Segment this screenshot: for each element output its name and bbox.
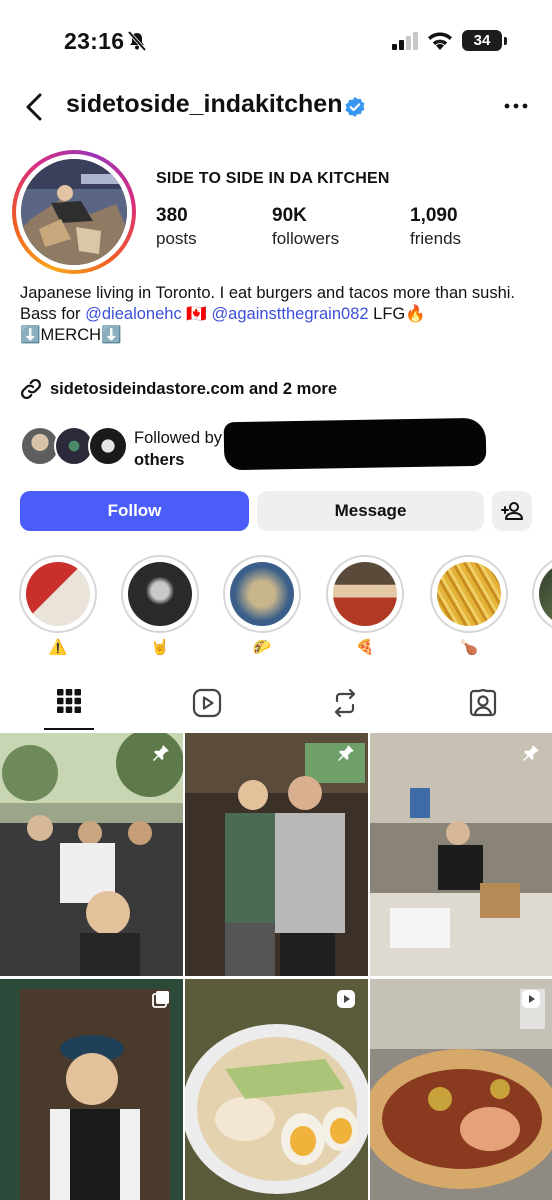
- verified-badge-icon: [345, 97, 365, 117]
- bio-line-intro: Japanese living in Toronto. I eat burger…: [20, 284, 515, 302]
- story-highlight-6-partial[interactable]: [532, 555, 552, 633]
- post-thumbnail-5[interactable]: [185, 979, 368, 1200]
- highlight-cover: [230, 562, 294, 626]
- post-thumbnail-3[interactable]: [370, 733, 552, 976]
- mention-link-againstthegrain[interactable]: @againstthegrain082: [211, 305, 368, 323]
- link-icon: [20, 378, 42, 400]
- highlight-label: 🤘: [150, 639, 170, 656]
- back-chevron-icon[interactable]: [22, 92, 48, 122]
- repost-icon: [334, 688, 356, 718]
- story-highlight-2[interactable]: 🤘: [121, 555, 199, 657]
- story-highlight-3[interactable]: 🌮: [223, 555, 301, 657]
- tab-tagged[interactable]: [414, 680, 552, 732]
- highlight-label: 🌮: [252, 639, 272, 656]
- stat-friends-value: 1,090: [410, 205, 458, 226]
- profile-header: sidetoside_indakitchen: [0, 84, 552, 130]
- add-person-icon: [501, 502, 523, 520]
- post-image-chef-window: [0, 979, 183, 1200]
- post-image-ramen: [185, 979, 368, 1200]
- wifi-icon: [428, 32, 452, 50]
- carousel-icon: [152, 991, 169, 1008]
- stat-posts-label: posts: [156, 229, 197, 248]
- highlight-cover: [128, 562, 192, 626]
- pinned-post-icon: [523, 745, 539, 761]
- active-tab-indicator: [44, 728, 94, 730]
- more-options-icon[interactable]: [504, 96, 528, 116]
- story-highlight-1[interactable]: ⚠️: [19, 555, 97, 657]
- bio-line-merch: ⬇️MERCH⬇️: [20, 326, 122, 344]
- silent-bell-icon: [127, 30, 147, 52]
- highlight-label: 🍗: [459, 639, 479, 656]
- followed-by-text[interactable]: Followed by others: [134, 427, 222, 471]
- stat-posts[interactable]: 380 posts: [156, 205, 197, 251]
- avatar-photo-illustration: [21, 159, 127, 265]
- stat-followers-value: 90K: [272, 205, 307, 226]
- clock: 23:16: [64, 28, 125, 54]
- post-thumbnail-4[interactable]: [0, 979, 183, 1200]
- pinned-post-icon: [338, 745, 354, 761]
- redaction-mark: [223, 417, 487, 471]
- external-link-text: sidetosideindastore.com and 2 more: [50, 379, 337, 398]
- highlight-cover: [539, 562, 552, 626]
- tab-reposts[interactable]: [276, 680, 414, 732]
- mention-link-diealonehc[interactable]: @diealonehc: [85, 305, 182, 323]
- highlight-label: ⚠️: [48, 639, 68, 656]
- reels-icon: [192, 688, 222, 718]
- tab-posts-grid[interactable]: [0, 680, 138, 732]
- profile-username: sidetoside_indakitchen: [66, 90, 343, 118]
- reel-post-icon: [522, 990, 540, 1008]
- profile-content-tabs: [0, 680, 552, 732]
- stat-friends-label: friends: [410, 229, 462, 248]
- bio-line-bands: Bass for @diealonehc 🇨🇦 @againstthegrain…: [20, 304, 535, 325]
- followed-by-others: others: [134, 451, 185, 469]
- highlight-ring: [326, 555, 404, 633]
- post-thumbnail-2[interactable]: [185, 733, 368, 976]
- bio-lfg: LFG🔥: [373, 305, 426, 323]
- bio-bass-for: Bass for: [20, 305, 81, 323]
- grid-icon: [57, 689, 81, 713]
- story-highlight-5[interactable]: 🍗: [430, 555, 508, 657]
- highlight-ring: [19, 555, 97, 633]
- highlight-cover: [437, 562, 501, 626]
- highlight-ring: [430, 555, 508, 633]
- stat-followers[interactable]: 90K followers: [272, 205, 339, 251]
- reel-post-icon: [337, 990, 355, 1008]
- avatar-photo: [21, 159, 127, 265]
- post-image-merch-table: [370, 733, 552, 976]
- mutual-avatar-3: [88, 426, 128, 466]
- story-highlight-4[interactable]: 🍕: [326, 555, 404, 657]
- battery-nub: [504, 37, 507, 45]
- pinned-post-icon: [153, 745, 169, 761]
- profile-avatar[interactable]: [12, 150, 136, 274]
- followed-by-prefix: Followed by: [134, 429, 223, 447]
- tagged-icon: [469, 688, 497, 717]
- profile-bio: Japanese living in Toronto. I eat burger…: [20, 283, 535, 346]
- tab-reels[interactable]: [138, 680, 276, 732]
- stat-followers-label: followers: [272, 229, 340, 248]
- message-button[interactable]: Message: [257, 491, 484, 531]
- status-bar: 23:16 34: [0, 0, 552, 80]
- highlight-label: 🍕: [355, 639, 375, 656]
- post-thumbnail-1[interactable]: [0, 733, 183, 976]
- post-image-sandwich: [370, 979, 552, 1200]
- highlight-ring: [223, 555, 301, 633]
- stat-friends[interactable]: 1,090 friends: [410, 205, 461, 251]
- suggest-people-button[interactable]: [492, 491, 532, 531]
- display-name: SIDE TO SIDE IN DA KITCHEN: [156, 170, 390, 187]
- battery-indicator: 34: [462, 30, 502, 51]
- cellular-signal-icon: [392, 32, 418, 50]
- highlight-cover: [26, 562, 90, 626]
- post-thumbnail-6[interactable]: [370, 979, 552, 1200]
- post-image-crowd: [0, 733, 183, 976]
- mutual-followers-avatars[interactable]: [20, 426, 130, 468]
- highlight-ring: [532, 555, 552, 633]
- stat-posts-value: 380: [156, 205, 188, 226]
- highlight-cover: [333, 562, 397, 626]
- avatar-ring-gap: [16, 154, 132, 270]
- external-link[interactable]: sidetosideindastore.com and 2 more: [20, 377, 337, 401]
- follow-button[interactable]: Follow: [20, 491, 249, 531]
- highlight-ring: [121, 555, 199, 633]
- canada-flag-emoji: 🇨🇦: [186, 305, 207, 323]
- post-image-two-men: [185, 733, 368, 976]
